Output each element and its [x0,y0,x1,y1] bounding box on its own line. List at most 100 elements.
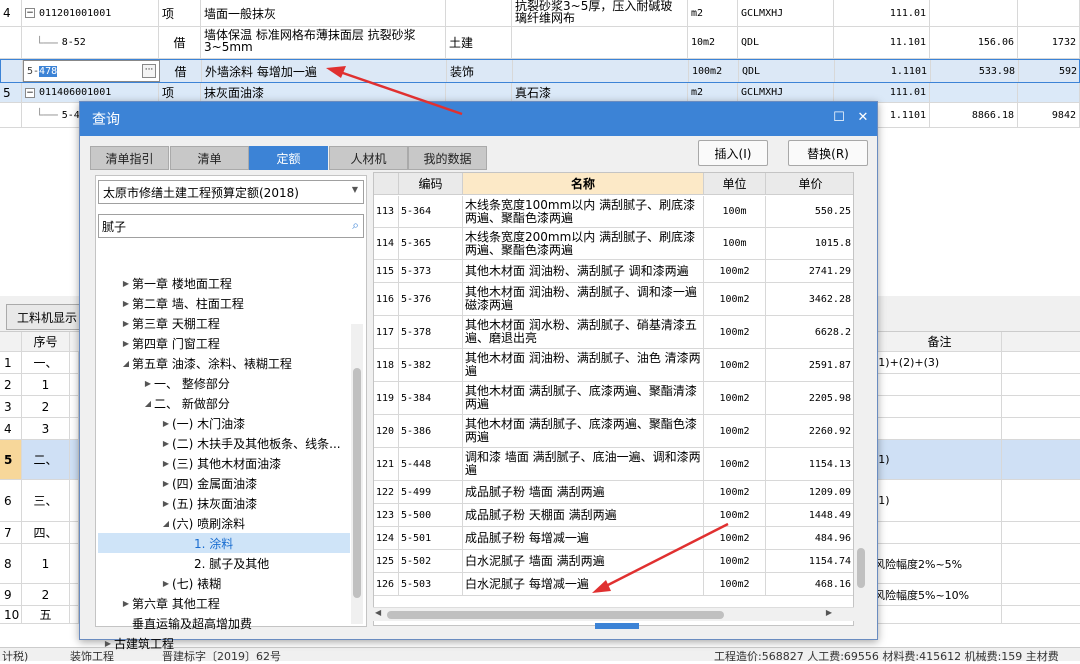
row-code: 5-501 [399,527,463,549]
tab-my-data[interactable]: 我的数据 [408,146,487,170]
grid-row[interactable]: 113 5-364 木线条宽度100mm以内 满刮腻子、刷底漆两遍、聚酯色漆两遍 10… [374,196,853,228]
chevron-right-icon[interactable]: ▶ [160,439,172,448]
chevron-right-icon[interactable]: ▶ [160,419,172,428]
grid-hscrollbar[interactable]: ◀ ▶ [373,607,854,621]
tree-item[interactable]: ▶ 第六章 其他工程 [120,593,220,613]
chevron-right-icon[interactable]: ▶ [160,499,172,508]
tree-item[interactable]: ▶ (三) 其他木材面油漆 [160,453,281,473]
quota-library-select[interactable]: 太原市修缮土建工程预算定额(2018) ▼ [98,180,364,204]
search-icon[interactable]: ⌕ [352,218,359,233]
tree-item-label: (三) 其他木材面油漆 [172,456,282,471]
tree-item[interactable]: ▶ (四) 金属面油漆 [160,473,257,493]
table-row[interactable]: 4 −011201001001 项 墙面一般抹灰 抗裂砂浆3~5厚，压入耐碱玻璃… [0,0,1080,27]
grid-row[interactable]: 120 5-386 其他木材面 满刮腻子、底漆两遍、聚酯色漆两遍 100m2 2260.… [374,415,853,448]
chevron-right-icon[interactable]: ▶ [120,319,132,328]
chevron-right-icon[interactable]: ▶ [120,339,132,348]
col-price-header[interactable]: 单价 [766,173,853,195]
tree-item-label: (七) 裱糊 [172,576,222,591]
grid-row[interactable]: 121 5-448 调和漆 墙面 满刮腻子、底油一遍、调和漆两遍 100m2 1154.… [374,448,853,481]
tree-item[interactable]: ▶ 第四章 门窗工程 [120,333,220,353]
tab-material-display[interactable]: 工料机显示 [6,304,88,330]
tree-item[interactable]: ▶ 第一章 楼地面工程 [120,273,232,293]
row-expr: GCLMXHJ [738,83,834,102]
scrollbar-thumb[interactable] [387,611,724,619]
tree-item[interactable]: ◢ 二、 新做部分 [142,393,230,413]
replace-button[interactable]: 替换(R) [788,140,868,166]
grid-row[interactable]: 122 5-499 成品腻子粉 墙面 满刮两遍 100m2 1209.09 [374,481,853,504]
row-note [870,606,1002,623]
tree-item[interactable]: ▶ (二) 木扶手及其他板条、线条... [160,433,341,453]
grid-row[interactable]: 124 5-501 成品腻子粉 每增减一遍 100m2 484.96 [374,527,853,550]
tab-bill[interactable]: 清单 [170,146,249,170]
tab-labor-material[interactable]: 人材机 [329,146,408,170]
tree-item[interactable]: 垂直运输及超高增加费 [120,613,252,633]
dialog-titlebar[interactable]: 查询 ☐ ✕ [80,102,877,136]
grid-row[interactable]: 117 5-378 其他木材面 润水粉、满刮腻子、硝基清漆五遍、磨退出亮 100m2 6… [374,316,853,349]
grid-row[interactable]: 114 5-365 木线条宽度200mm以内 满刮腻子、刷底漆两遍、聚酯色漆两遍 10… [374,228,853,260]
grid-row[interactable]: 126 5-503 白水泥腻子 每增减一遍 100m2 468.16 [374,573,853,596]
scrollbar-thumb[interactable] [353,368,361,598]
maximize-icon[interactable]: ☐ [831,110,847,126]
row-price: 2591.87 [766,349,853,381]
tree-item[interactable]: ▶ 第二章 墙、柱面工程 [120,293,244,313]
scroll-right-icon[interactable]: ▶ [826,608,832,617]
chevron-right-icon[interactable]: ▶ [160,459,172,468]
chevron-right-icon[interactable]: ▶ [142,379,154,388]
row-price: 1448.49 [766,504,853,526]
table-row-selected[interactable]: 5- 478 ··· 借 外墙涂料 每增加一遍 装饰 100m2 QDL 1.110… [0,59,1080,83]
tree-item[interactable]: ◢ (六) 喷刷涂料 [160,513,245,533]
grid-row[interactable]: 116 5-376 其他木材面 润油粉、满刮腻子、调和漆一遍磁漆两遍 100m2 346… [374,283,853,316]
tree-item[interactable]: ▶ 第三章 天棚工程 [120,313,220,333]
tab-bill-guide[interactable]: 清单指引 [90,146,169,170]
scrollbar-thumb[interactable] [857,548,865,588]
row-price: 156.06 [930,27,1018,58]
col-name-header[interactable]: 名称 [463,173,704,195]
tree-scrollbar[interactable] [351,324,363,624]
tree-item[interactable]: ▶ 一、 整修部分 [142,373,230,393]
tree-item-label: 一、 整修部分 [154,376,230,391]
table-row[interactable]: └── 8-52 借 墙体保温 标准网格布薄抹面层 抗裂砂浆 3~5mm 土建 1… [0,27,1080,59]
row-unit: m2 [688,83,738,102]
collapse-icon[interactable]: − [25,87,35,98]
chevron-right-icon[interactable]: ▶ [102,639,114,648]
splitter-handle[interactable] [595,623,639,629]
grid-scrollbar[interactable] [855,180,867,604]
search-input[interactable]: 腻子 ⌕ [98,214,364,238]
grid-row[interactable]: 115 5-373 其他木材面 润油粉、满刮腻子 调和漆两遍 100m2 2741.29 [374,260,853,283]
tree-item-selected[interactable]: 1. 涂料 [98,533,350,553]
collapse-icon[interactable]: − [25,8,35,18]
chevron-down-icon[interactable]: ◢ [120,359,132,368]
close-icon[interactable]: ✕ [855,110,871,126]
scroll-left-icon[interactable]: ◀ [375,608,381,617]
tree-item-label: 第一章 楼地面工程 [132,276,232,291]
more-button[interactable]: ··· [142,64,156,78]
row-index: 124 [374,527,399,549]
grid-row[interactable]: 123 5-500 成品腻子粉 天棚面 满刮两遍 100m2 1448.49 [374,504,853,527]
tree-item[interactable]: ◢ 第五章 油漆、涂料、裱糊工程 [120,353,292,373]
chevron-right-icon[interactable]: ▶ [120,599,132,608]
tree-item[interactable]: ▶ (七) 裱糊 [160,573,221,593]
grid-row[interactable]: 118 5-382 其他木材面 润油粉、满刮腻子、油色 清漆两遍 100m2 2591.… [374,349,853,382]
row-index: 122 [374,481,399,503]
tree-item[interactable]: ▶ (一) 木门油漆 [160,413,245,433]
col-unit-header[interactable]: 单位 [704,173,766,195]
chevron-down-icon[interactable]: ◢ [160,519,172,528]
chevron-right-icon[interactable]: ▶ [120,279,132,288]
col-code-header[interactable]: 编码 [399,173,463,195]
insert-button[interactable]: 插入(I) [698,140,768,166]
row-seq: 3 [22,418,70,439]
tab-quota[interactable]: 定额 [249,146,328,170]
tree-item[interactable]: 2. 腻子及其他 [182,553,269,573]
grid-row[interactable]: 125 5-502 白水泥腻子 墙面 满刮两遍 100m2 1154.74 [374,550,853,573]
tree-item[interactable]: ▶ 古建筑工程 [102,633,174,653]
chevron-right-icon[interactable]: ▶ [160,479,172,488]
chevron-right-icon[interactable]: ▶ [120,299,132,308]
row-qty: 11.101 [834,27,930,58]
table-row[interactable]: 5 −011406001001 项 抹灰面油漆 真石漆 m2 GCLMXHJ 1… [0,83,1080,103]
tree-item[interactable]: ▶ (五) 抹灰面油漆 [160,493,257,513]
code-edit-field[interactable]: 5- 478 ··· [23,60,160,82]
row-unit: 100m2 [704,550,766,572]
grid-row[interactable]: 119 5-384 其他木材面 满刮腻子、底漆两遍、聚酯清漆两遍 100m2 2205.… [374,382,853,415]
chevron-down-icon[interactable]: ◢ [142,399,154,408]
chevron-right-icon[interactable]: ▶ [160,579,172,588]
